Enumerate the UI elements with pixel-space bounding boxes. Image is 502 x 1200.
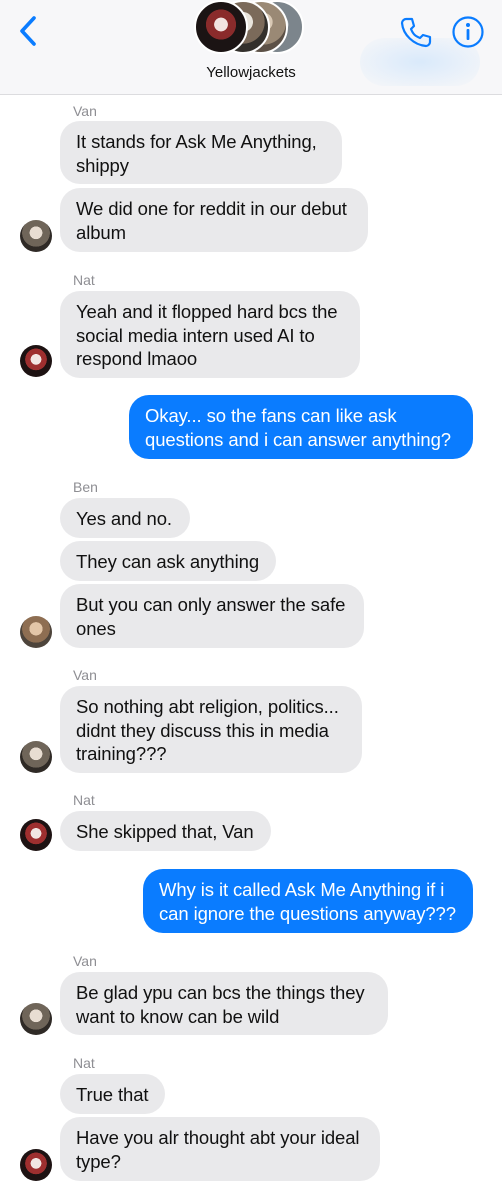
group-avatars[interactable] xyxy=(194,0,310,56)
sender-label: Nat xyxy=(73,792,95,808)
sender-label: Nat xyxy=(73,272,95,288)
info-icon[interactable] xyxy=(451,15,485,49)
message-bubble[interactable]: We did one for reddit in our debut album xyxy=(60,188,368,252)
message-bubble[interactable]: Be glad ypu can bcs the things they want… xyxy=(60,972,388,1035)
sender-label: Nat xyxy=(73,1055,95,1071)
phone-icon[interactable] xyxy=(399,15,433,49)
message-bubble[interactable]: Yeah and it flopped hard bcs the social … xyxy=(60,291,360,378)
message-bubble[interactable]: So nothing abt religion, politics... did… xyxy=(60,686,362,773)
message-bubble[interactable]: It stands for Ask Me Anything, shippy xyxy=(60,121,342,184)
avatar[interactable] xyxy=(20,345,52,377)
sender-label: Van xyxy=(73,103,97,119)
sender-label: Van xyxy=(73,667,97,683)
sender-label: Ben xyxy=(73,479,98,495)
conversation-header: Yellowjackets xyxy=(0,0,502,95)
message-bubble[interactable]: True that xyxy=(60,1074,165,1114)
message-bubble[interactable]: She skipped that, Van xyxy=(60,811,271,851)
message-bubble[interactable]: Yes and no. xyxy=(60,498,190,538)
message-bubble-outgoing[interactable]: Okay... so the fans can like ask questio… xyxy=(129,395,473,459)
message-bubble[interactable]: Have you alr thought abt your ideal type… xyxy=(60,1117,380,1181)
avatar[interactable] xyxy=(20,1003,52,1035)
avatar[interactable] xyxy=(20,616,52,648)
member-avatar xyxy=(194,0,248,54)
avatar[interactable] xyxy=(20,220,52,252)
avatar[interactable] xyxy=(20,741,52,773)
avatar[interactable] xyxy=(20,1149,52,1181)
chevron-left-icon[interactable] xyxy=(14,14,44,48)
sender-label: Van xyxy=(73,953,97,969)
message-bubble-outgoing[interactable]: Why is it called Ask Me Anything if i ca… xyxy=(143,869,473,933)
message-bubble[interactable]: They can ask anything xyxy=(60,541,276,581)
avatar[interactable] xyxy=(20,819,52,851)
message-bubble[interactable]: But you can only answer the safe ones xyxy=(60,584,364,648)
